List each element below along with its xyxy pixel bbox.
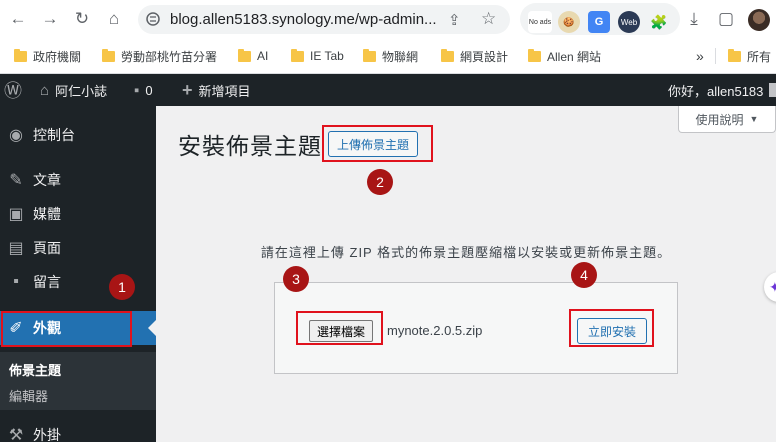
plus-icon: + [182, 79, 193, 100]
comment-count: 0 [145, 82, 153, 98]
upload-instruction: 請在這裡上傳 ZIP 格式的佈景主題壓縮檔以安裝或更新佈景主題。 [260, 245, 672, 260]
media-icon: ▣ [8, 206, 24, 223]
bookmark-folder[interactable]: 物聯網 [363, 48, 418, 64]
translate-extension-icon[interactable]: G [588, 11, 610, 33]
home-icon: ⌂ [40, 81, 50, 99]
no-ads-extension-icon[interactable]: No ads [528, 11, 552, 33]
bookmark-folder[interactable]: 勞動部桃竹苗分署 [102, 48, 217, 64]
submenu-item-themes[interactable]: 佈景主題 [9, 360, 61, 379]
bookmark-folder[interactable]: AI [238, 48, 268, 64]
dashboard-icon: ◉ [9, 127, 23, 144]
site-info-icon[interactable] [146, 12, 160, 26]
profile-avatar[interactable] [748, 9, 770, 31]
main-content: 使用說明 ▼ 安裝佈景主題 上傳佈景主題 請在這裡上傳 ZIP 格式的佈景主題壓… [156, 106, 776, 442]
site-name-link[interactable]: ⌂ 阿仁小誌 [40, 74, 107, 106]
pages-icon: ▤ [8, 240, 24, 257]
bookmark-label: IE Tab [310, 49, 344, 63]
forward-icon[interactable]: → [38, 7, 62, 31]
side-panel-icon[interactable]: ▢ [714, 7, 738, 31]
help-label: 使用說明 [695, 112, 744, 127]
menu-label: 外掛 [33, 427, 61, 442]
comment-icon: ▪ [134, 81, 140, 99]
folder-icon [238, 48, 251, 62]
bookmarks-divider [715, 48, 716, 64]
puzzle-extension-icon[interactable]: 🧩 [648, 11, 670, 33]
bookmarks-overflow-button[interactable]: » [696, 48, 704, 64]
browser-toolbar: ← → ↻ ⌂ blog.allen5183.synology.me/wp-ad… [0, 0, 776, 38]
wordpress-logo-icon[interactable]: Ⓦ [4, 74, 22, 106]
comments-link[interactable]: ▪ 0 [134, 74, 153, 106]
wp-admin-bar: Ⓦ ⌂ 阿仁小誌 ▪ 0 + 新增項目 你好，allen5183 [0, 74, 776, 106]
folder-icon [363, 48, 376, 62]
account-menu[interactable]: 你好，allen5183 [668, 74, 776, 106]
bookmark-star-icon[interactable]: ☆ [481, 9, 496, 29]
url-text: blog.allen5183.synology.me/wp-admin... [170, 11, 437, 28]
reload-icon[interactable]: ↻ [70, 7, 94, 31]
bookmark-label: 政府機關 [33, 49, 82, 64]
menu-label: 文章 [33, 172, 61, 188]
site-name: 阿仁小誌 [55, 83, 108, 99]
folder-icon [528, 48, 541, 62]
bookmark-folder[interactable]: 所有 [728, 48, 771, 64]
greeting-text: 你好，allen5183 [668, 83, 764, 99]
admin-menu: ◉ 控制台 ✎ 文章 ▣ 媒體 ▤ 頁面 ▪ 留言 ✐ 外觀 佈景主題 編輯器 … [0, 106, 156, 442]
bookmark-label: 所有 [747, 49, 772, 64]
user-avatar [769, 83, 776, 97]
new-content-label: 新增項目 [198, 83, 251, 99]
folder-icon [14, 48, 27, 62]
bookmark-label: 勞動部桃竹苗分署 [121, 49, 218, 64]
new-content-link[interactable]: + 新增項目 [182, 74, 251, 106]
web-extension-icon[interactable]: Web [618, 11, 640, 33]
caret-down-icon: ▼ [749, 114, 759, 124]
bookmark-folder[interactable]: 網頁設計 [441, 48, 508, 64]
comment-icon: ▪ [13, 273, 19, 290]
cookie-extension-icon[interactable]: 🍪 [558, 11, 580, 33]
download-icon[interactable]: ⤓ [682, 7, 706, 31]
pin-icon: ✎ [9, 172, 23, 189]
page-title: 安裝佈景主題 [178, 133, 322, 159]
bookmark-folder[interactable]: IE Tab [291, 48, 344, 64]
step-badge-1: 1 [109, 274, 135, 300]
wordpress-glyph: Ⓦ [4, 81, 22, 101]
folder-icon [728, 48, 741, 62]
home-icon[interactable]: ⌂ [102, 7, 126, 31]
step-badge-2: 2 [367, 169, 393, 195]
menu-item-posts[interactable]: ✎ 文章 [0, 163, 156, 197]
bookmark-folder[interactable]: Allen 網站 [528, 48, 601, 64]
bookmark-label: AI [257, 49, 269, 63]
selected-file-name: mynote.2.0.5.zip [387, 323, 483, 338]
current-menu-arrow [148, 320, 156, 336]
submenu-item-editor[interactable]: 編輯器 [9, 386, 48, 405]
bookmark-label: 網頁設計 [460, 49, 509, 64]
menu-item-plugins[interactable]: ⚒ 外掛 [0, 418, 156, 442]
floating-assistant-icon[interactable]: ✦ [764, 272, 776, 302]
menu-item-dashboard[interactable]: ◉ 控制台 [0, 118, 156, 152]
menu-label: 留言 [33, 274, 61, 290]
extensions-group: No ads 🍪 G Web 🧩 [520, 3, 680, 35]
bookmark-label: Allen 網站 [547, 49, 602, 64]
highlight-install-now [569, 309, 654, 347]
highlight-choose-file [296, 311, 383, 345]
back-icon[interactable]: ← [6, 7, 30, 31]
address-bar[interactable]: blog.allen5183.synology.me/wp-admin... ⇪… [138, 5, 510, 34]
plugin-icon: ⚒ [8, 427, 24, 442]
folder-icon [291, 48, 304, 62]
bookmarks-bar: 政府機關 勞動部桃竹苗分署 AI IE Tab 物聯網 網頁設計 Allen 網… [0, 38, 776, 74]
menu-label: 頁面 [33, 240, 61, 256]
menu-label: 控制台 [33, 127, 75, 143]
step-badge-4: 4 [571, 262, 597, 288]
menu-label: 媒體 [33, 206, 61, 222]
menu-item-media[interactable]: ▣ 媒體 [0, 197, 156, 231]
step-badge-3: 3 [283, 266, 309, 292]
help-tab-button[interactable]: 使用說明 ▼ [678, 106, 776, 133]
menu-item-pages[interactable]: ▤ 頁面 [0, 231, 156, 265]
share-icon[interactable]: ⇪ [448, 11, 461, 29]
highlight-appearance [1, 311, 132, 347]
folder-icon [441, 48, 454, 62]
bookmark-folder[interactable]: 政府機關 [14, 48, 81, 64]
highlight-upload-theme [322, 125, 433, 162]
bookmark-label: 物聯網 [382, 49, 419, 64]
appearance-submenu: 佈景主題 編輯器 [0, 352, 156, 410]
folder-icon [102, 48, 115, 62]
